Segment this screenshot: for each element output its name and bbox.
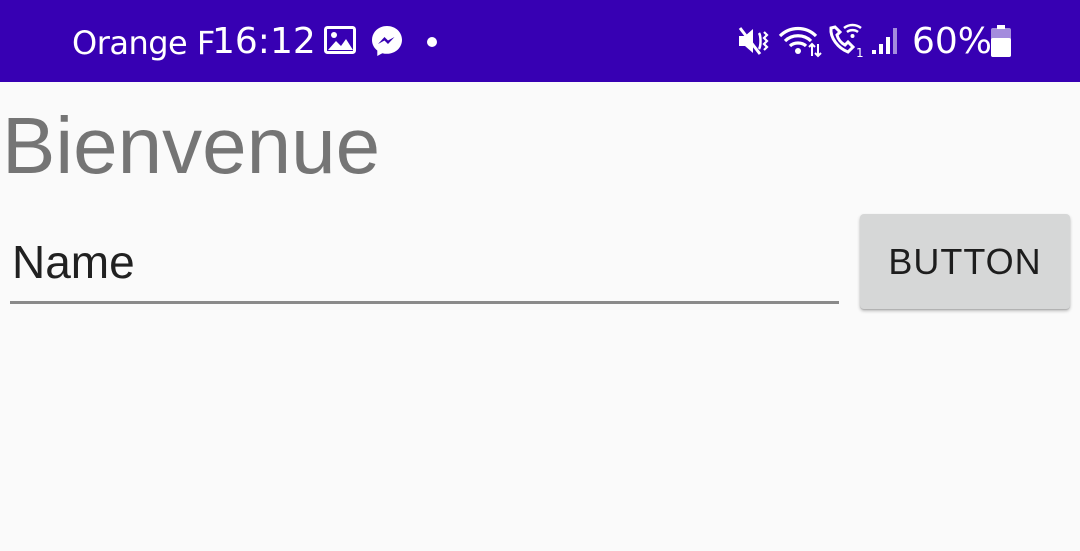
status-bar: Orange F 16:12 1 60% — [0, 0, 1080, 82]
messenger-icon — [372, 26, 402, 56]
clock-time: 16:12 — [212, 21, 316, 62]
submit-button[interactable]: BUTTON — [860, 214, 1070, 309]
wifi-icon — [778, 26, 822, 58]
carrier-label: Orange F — [72, 24, 215, 62]
gallery-icon — [324, 26, 356, 54]
signal-icon — [872, 28, 897, 54]
name-input[interactable] — [10, 222, 839, 304]
battery-icon — [991, 25, 1011, 57]
battery-percentage: 60% — [912, 21, 993, 62]
svg-text:1: 1 — [856, 46, 864, 58]
page-title: Bienvenue — [2, 101, 381, 190]
wifi-calling-icon: 1 — [829, 23, 864, 58]
mute-vibrate-icon — [738, 27, 769, 55]
notification-dot-icon — [427, 37, 437, 47]
